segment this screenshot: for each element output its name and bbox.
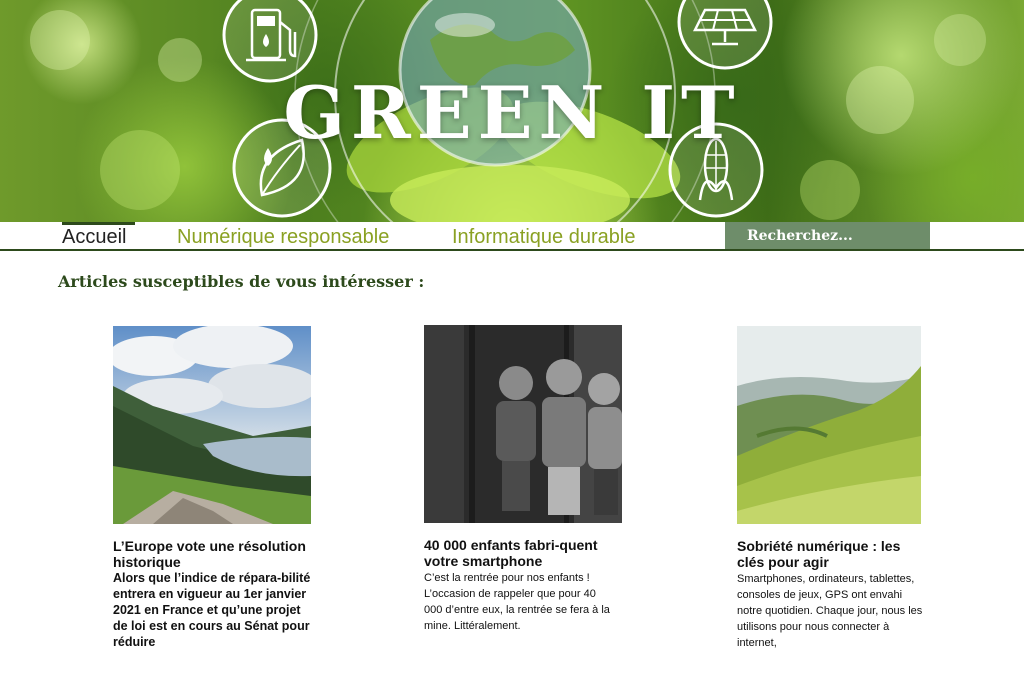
article-card-sobriete[interactable]: Sobriété numérique : les clés pour agir … bbox=[737, 326, 929, 656]
fuel-pump-icon bbox=[222, 0, 318, 83]
active-tab-indicator bbox=[62, 222, 135, 225]
article-image-lake-valley[interactable] bbox=[113, 326, 311, 524]
nav-link-accueil[interactable]: Accueil bbox=[62, 226, 126, 248]
section-heading: Articles susceptibles de vous intéresser… bbox=[58, 272, 425, 291]
search-input[interactable] bbox=[725, 222, 930, 250]
article-title[interactable]: Sobriété numérique : les clés pour agir bbox=[737, 538, 929, 570]
nav-link-informatique-durable[interactable]: Informatique durable bbox=[452, 226, 635, 248]
solar-panel-icon bbox=[677, 0, 773, 70]
site-title: GREEN IT bbox=[283, 70, 741, 155]
article-excerpt: Smartphones, ordinateurs, tablettes, con… bbox=[737, 573, 923, 649]
article-excerpt: Alors que l’indice de répara-bilité entr… bbox=[113, 571, 311, 649]
nav-link-numerique-responsable[interactable]: Numérique responsable bbox=[177, 226, 389, 248]
article-title[interactable]: L’Europe vote une résolution historique bbox=[113, 538, 313, 570]
nav-divider bbox=[0, 249, 1024, 251]
hero-banner: GREEN IT bbox=[0, 0, 1024, 222]
article-excerpt: C’est la rentrée pour nos enfants ! L’oc… bbox=[424, 572, 610, 632]
article-title[interactable]: 40 000 enfants fabri-quent votre smartph… bbox=[424, 537, 624, 569]
article-card-europe[interactable]: L’Europe vote une résolution historique … bbox=[113, 326, 313, 656]
article-card-enfants[interactable]: 40 000 enfants fabri-quent votre smartph… bbox=[424, 325, 624, 655]
article-image-green-hills[interactable] bbox=[737, 326, 921, 524]
article-image-children[interactable] bbox=[424, 325, 622, 523]
